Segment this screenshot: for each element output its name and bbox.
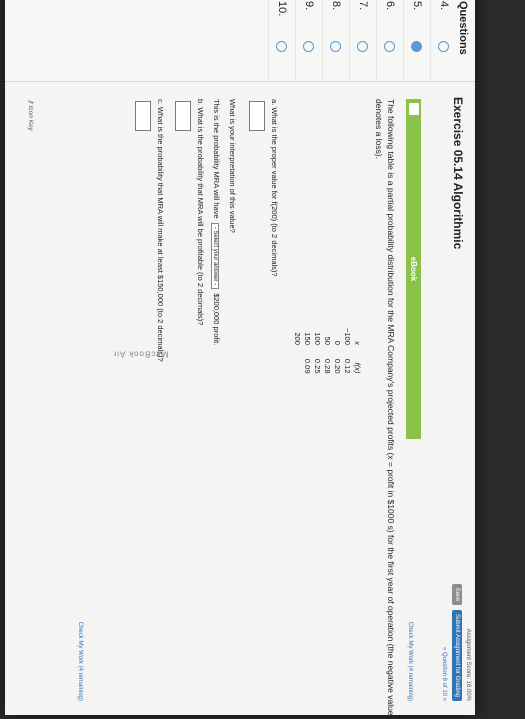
answer-b-input[interactable] bbox=[175, 101, 191, 131]
question-item-4[interactable]: 4. bbox=[430, 0, 457, 81]
problem-statement: The following table is a partial probabi… bbox=[374, 99, 396, 716]
cell-x: 150 bbox=[303, 332, 313, 345]
probability-table: x f(x) −100 0.12 0 0.20 50 0.28 100 0.25 150… bbox=[293, 321, 363, 381]
question-a: a. What is the proper value for f(200) (… bbox=[270, 99, 279, 277]
status-dot-icon bbox=[330, 41, 342, 52]
ebook-button[interactable]: eBook bbox=[406, 99, 421, 439]
cell-x: 100 bbox=[313, 332, 323, 345]
submit-button[interactable]: Submit Assignment for Grading bbox=[452, 609, 462, 701]
status-dot-icon bbox=[357, 41, 369, 52]
sidebar-title: Questions bbox=[457, 1, 469, 55]
status-dot-icon bbox=[384, 41, 396, 52]
cell-fx: 0.28 bbox=[323, 358, 333, 374]
answer-a-input[interactable] bbox=[249, 101, 265, 131]
column-header: f(x) bbox=[353, 362, 363, 374]
question-item-6[interactable]: 6. bbox=[376, 0, 403, 81]
question-number: 10. bbox=[276, 1, 288, 17]
table-header-row: x f(x) bbox=[353, 321, 363, 381]
table-row: −100 0.12 bbox=[343, 321, 353, 381]
question-number: 8. bbox=[330, 1, 342, 11]
status-dot-icon bbox=[303, 41, 315, 52]
score-panel: Assignment Score: 16.00% Save Submit Ass… bbox=[441, 581, 471, 701]
interpretation-sentence: This is the probability MRA will have - … bbox=[211, 99, 221, 345]
question-item-5[interactable]: 5. bbox=[403, 0, 430, 81]
answer-c-input[interactable] bbox=[135, 101, 151, 131]
cell-x: 200 bbox=[293, 332, 303, 345]
book-icon bbox=[409, 103, 419, 115]
icon-key-link[interactable]: ⚷ Icon Key bbox=[27, 99, 35, 131]
questions-sidebar: Questions 4. 5. 6. 7. 8. 9. 10. bbox=[5, 0, 475, 82]
table-row: 50 0.28 bbox=[323, 321, 333, 381]
question-number: 5. bbox=[411, 1, 423, 11]
prob-prefix: This is the probability MRA will have bbox=[212, 99, 221, 219]
cell-x: 0 bbox=[333, 340, 343, 345]
status-dot-icon bbox=[411, 41, 423, 52]
table-row: 100 0.25 bbox=[313, 321, 323, 381]
question-item-9[interactable]: 9. bbox=[295, 0, 322, 81]
status-dot-icon bbox=[438, 41, 450, 52]
table-row: 150 0.09 bbox=[303, 321, 313, 381]
browser-screen: Questions 4. 5. 6. 7. 8. 9. 10. Exercise… bbox=[5, 0, 475, 716]
answer-select[interactable]: - Select your answer - bbox=[211, 222, 219, 290]
prob-suffix: $200,000 profit. bbox=[212, 293, 221, 346]
save-button[interactable]: Save bbox=[452, 583, 462, 606]
table-row: 200 bbox=[293, 321, 303, 381]
question-item-7[interactable]: 7. bbox=[349, 0, 376, 81]
cell-x: 50 bbox=[323, 336, 333, 345]
table-row: 0 0.20 bbox=[333, 321, 343, 381]
exercise-main: Exercise 05.14 Algorithmic Assignment Sc… bbox=[5, 91, 475, 716]
key-icon: ⚷ bbox=[27, 99, 34, 106]
column-header: x bbox=[353, 341, 363, 345]
assignment-score: Assignment Score: 16.00% bbox=[465, 628, 471, 701]
status-dot-icon bbox=[276, 41, 288, 52]
cell-fx: 0.12 bbox=[343, 358, 353, 374]
question-number: 9. bbox=[303, 1, 315, 11]
cell-fx: 0.20 bbox=[333, 358, 343, 374]
question-item-10[interactable]: 10. bbox=[268, 0, 295, 81]
icon-key-label: Icon Key bbox=[27, 105, 34, 131]
question-navigator[interactable]: « Question 6 of 10 » bbox=[441, 581, 447, 701]
question-number: 4. bbox=[438, 1, 450, 11]
question-c: c. What is the probability that MRA will… bbox=[156, 99, 165, 362]
question-b: b. What is the probability that MRA will… bbox=[196, 99, 205, 326]
cell-fx: 0.09 bbox=[303, 358, 313, 374]
question-number: 7. bbox=[357, 1, 369, 11]
cell-x: −100 bbox=[343, 328, 353, 345]
interpretation-question: What is your interpretation of this valu… bbox=[228, 99, 237, 233]
ebook-label: eBook bbox=[409, 256, 418, 282]
question-number: 6. bbox=[384, 1, 396, 11]
check-work-link-bottom[interactable]: Check My Work (4 remaining) bbox=[77, 622, 83, 701]
cell-fx: 0.25 bbox=[313, 358, 323, 374]
laptop-brand-label: MacBook Air bbox=[112, 349, 169, 359]
cell-fx bbox=[293, 352, 303, 381]
check-work-link-top[interactable]: Check My Work (4 remaining) bbox=[407, 622, 413, 701]
question-item-8[interactable]: 8. bbox=[322, 0, 349, 81]
